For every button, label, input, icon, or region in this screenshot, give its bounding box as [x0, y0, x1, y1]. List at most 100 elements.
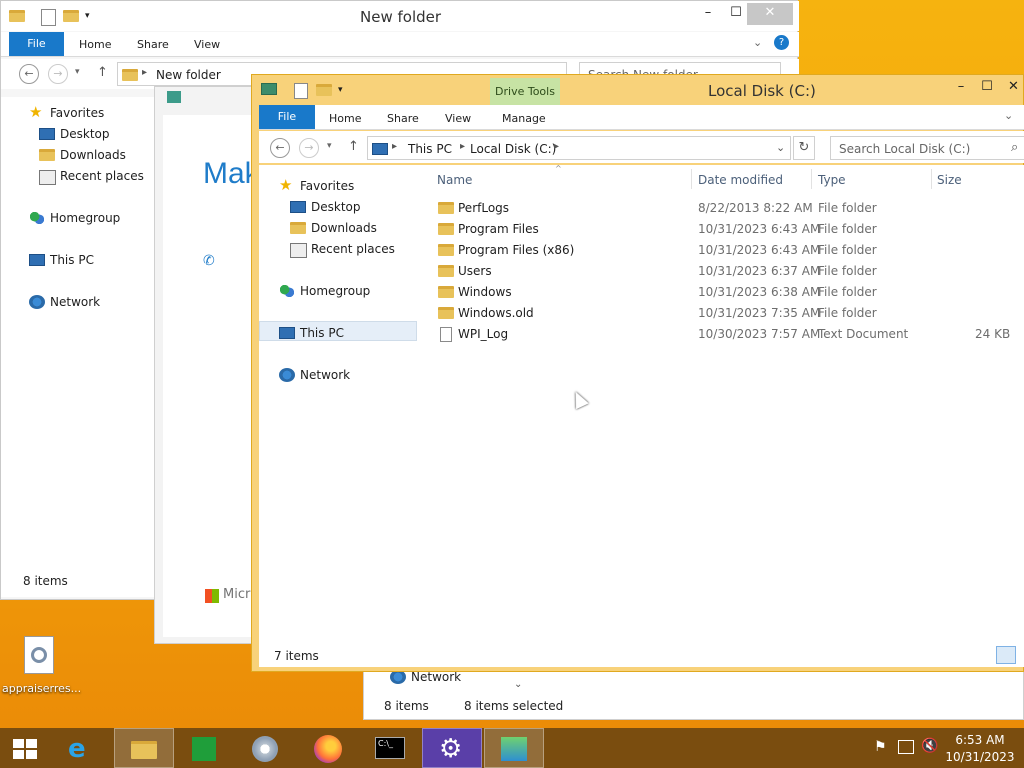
settings-file-icon	[24, 636, 54, 674]
up-button[interactable]: ↑	[348, 139, 359, 154]
tab-file[interactable]: File	[259, 105, 315, 129]
tab-manage[interactable]: Manage	[502, 112, 546, 125]
taskbar-internet-explorer[interactable]: e	[52, 728, 112, 768]
nav-homegroup[interactable]: Homegroup	[279, 284, 370, 298]
help-icon[interactable]: ?	[774, 35, 789, 50]
folder-icon	[9, 10, 25, 22]
file-row[interactable]: Windows.old 10/31/2023 7:35 AM File fold…	[429, 303, 1024, 324]
app-icon	[167, 91, 181, 103]
volume-muted-icon[interactable]: 🔇	[921, 738, 938, 754]
tab-file[interactable]: File	[9, 32, 64, 56]
scroll-down-icon[interactable]: ⌄	[514, 679, 522, 690]
forward-button[interactable]: →	[48, 64, 68, 84]
taskbar-media[interactable]	[236, 728, 296, 768]
file-row[interactable]: WPI_Log 10/30/2023 7:57 AM Text Document…	[429, 324, 1024, 345]
quick-access-dropdown-icon[interactable]: ▾	[338, 85, 343, 95]
nav-downloads[interactable]: Downloads	[290, 221, 377, 235]
tab-home[interactable]: Home	[79, 38, 111, 51]
back-button[interactable]: ←	[19, 64, 39, 84]
breadcrumb-this-pc[interactable]: This PC	[408, 142, 452, 156]
file-type: File folder	[818, 306, 877, 320]
maximize-button[interactable]: ☐	[723, 3, 749, 25]
quick-access-dropdown-icon[interactable]: ▾	[85, 11, 90, 21]
properties-icon[interactable]	[294, 83, 308, 99]
star-icon: ★	[279, 176, 293, 194]
file-name: Program Files (x86)	[458, 243, 575, 257]
file-name: PerfLogs	[458, 201, 510, 215]
column-header-date[interactable]: Date modified	[698, 173, 783, 187]
text-document-icon	[440, 327, 452, 342]
search-input[interactable]: Search Local Disk (C:) ⌕	[830, 136, 1024, 160]
tab-view[interactable]: View	[194, 38, 220, 51]
column-header-size[interactable]: Size	[937, 173, 962, 187]
close-button[interactable]: ✕	[747, 3, 793, 25]
file-row[interactable]: Users 10/31/2023 6:37 AM File folder	[429, 261, 1024, 282]
recent-locations-icon[interactable]: ▾	[327, 141, 332, 151]
column-header-name[interactable]: Name	[437, 173, 472, 187]
nav-network[interactable]: Network	[390, 670, 461, 684]
start-button[interactable]	[0, 728, 50, 768]
command-prompt-icon: C:\_	[375, 737, 405, 759]
breadcrumb-separator-icon: ▸	[392, 141, 398, 152]
nav-favorites[interactable]: ★ Favorites	[29, 105, 104, 121]
forward-button[interactable]: →	[299, 138, 319, 158]
nav-network[interactable]: Network	[279, 368, 350, 382]
file-date: 10/30/2023 7:57 AM	[698, 327, 821, 341]
nav-homegroup[interactable]: Homegroup	[29, 211, 120, 225]
network-status-icon[interactable]	[898, 740, 914, 754]
nav-favorites[interactable]: ★ Favorites	[279, 176, 354, 194]
tab-home[interactable]: Home	[329, 112, 361, 125]
minimize-button[interactable]: –	[695, 3, 721, 25]
new-folder-icon[interactable]	[63, 10, 79, 22]
maximize-button[interactable]: ☐	[974, 77, 1000, 99]
nav-recent-places[interactable]: Recent places	[39, 169, 144, 185]
nav-desktop[interactable]: Desktop	[290, 200, 361, 214]
file-row[interactable]: PerfLogs 8/22/2013 8:22 AM File folder	[429, 198, 1024, 219]
tab-view[interactable]: View	[445, 112, 471, 125]
network-icon	[29, 295, 45, 309]
close-button[interactable]: ✕	[1002, 77, 1024, 99]
file-type: File folder	[818, 201, 877, 215]
taskbar-store[interactable]	[174, 728, 234, 768]
breadcrumb-local-disk[interactable]: Local Disk (C:)	[470, 142, 556, 156]
details-view-icon[interactable]	[996, 646, 1016, 664]
file-row[interactable]: Windows 10/31/2023 6:38 AM File folder	[429, 282, 1024, 303]
taskbar: e C:\_ ⚙ ⚑ 🔇 6:53 AM 10/31/2023	[0, 728, 1024, 768]
nav-recent-places[interactable]: Recent places	[290, 242, 395, 258]
file-row[interactable]: Program Files 10/31/2023 6:43 AM File fo…	[429, 219, 1024, 240]
ribbon-expand-icon[interactable]: ⌄	[1004, 109, 1013, 122]
file-row[interactable]: Program Files (x86) 10/31/2023 6:43 AM F…	[429, 240, 1024, 261]
minimize-button[interactable]: –	[948, 77, 974, 99]
tab-share[interactable]: Share	[137, 38, 169, 51]
action-center-flag-icon[interactable]: ⚑	[874, 739, 887, 755]
taskbar-settings[interactable]: ⚙	[422, 728, 482, 768]
taskbar-installer[interactable]	[484, 728, 544, 768]
back-button[interactable]: ←	[270, 138, 290, 158]
clock-time[interactable]: 6:53 AM	[940, 733, 1020, 747]
file-date: 8/22/2013 8:22 AM	[698, 201, 813, 215]
refresh-button[interactable]: ↻	[793, 136, 815, 160]
recent-locations-icon[interactable]: ▾	[75, 67, 80, 77]
taskbar-file-explorer[interactable]	[114, 728, 174, 768]
clock-date[interactable]: 10/31/2023	[940, 750, 1020, 764]
setup-window-background: Mak ✆ Micr	[154, 86, 264, 644]
address-dropdown-icon[interactable]: ⌄	[776, 141, 785, 154]
desktop-icon-appraiserres[interactable]: appraiserres...	[2, 636, 81, 702]
internet-explorer-icon: e	[68, 734, 86, 764]
new-folder-icon[interactable]	[316, 84, 332, 96]
title-bar: ▾ Drive Tools Local Disk (C:) – ☐ ✕	[252, 75, 1024, 105]
address-bar[interactable]: ▸ This PC ▸ Local Disk (C:) ▸ ⌄	[367, 136, 791, 160]
nav-this-pc[interactable]: This PC	[29, 253, 94, 267]
nav-downloads[interactable]: Downloads	[39, 148, 126, 162]
nav-this-pc[interactable]: This PC	[279, 326, 344, 340]
up-button[interactable]: ↑	[97, 65, 108, 80]
taskbar-firefox[interactable]	[298, 728, 358, 768]
properties-icon[interactable]	[41, 9, 56, 26]
ribbon-expand-icon[interactable]: ⌄	[753, 36, 762, 49]
file-name: Windows	[458, 285, 512, 299]
nav-desktop[interactable]: Desktop	[39, 127, 110, 141]
nav-network[interactable]: Network	[29, 295, 100, 309]
column-header-type[interactable]: Type	[818, 173, 846, 187]
taskbar-command-prompt[interactable]: C:\_	[360, 728, 420, 768]
tab-share[interactable]: Share	[387, 112, 419, 125]
